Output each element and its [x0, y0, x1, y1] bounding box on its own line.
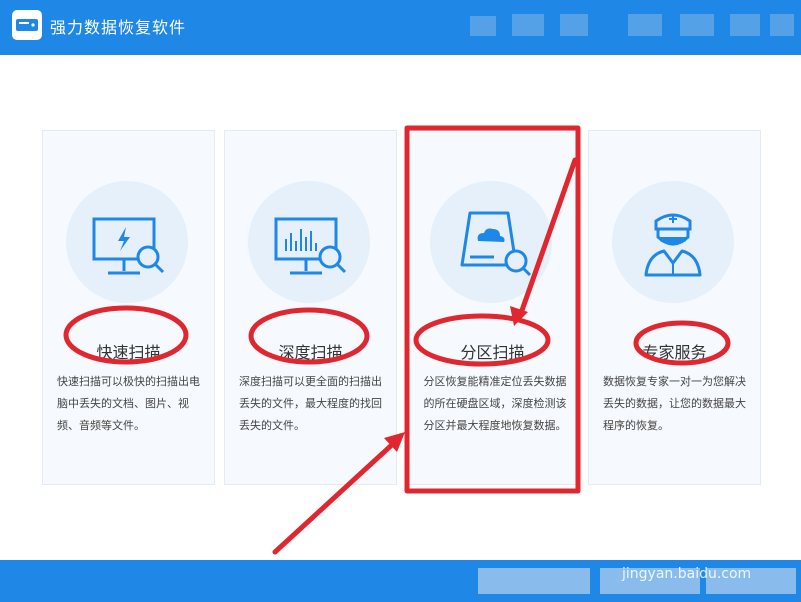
card-deep-scan[interactable]: 深度扫描 深度扫描可以更全面的扫描出丢失的文件，最大程度的找回丢失的文件。 — [224, 130, 397, 485]
app-title: 强力数据恢复软件 — [50, 18, 187, 37]
monitor-lightning-search-icon — [66, 181, 188, 303]
blurred-control[interactable] — [770, 14, 794, 36]
card-expert-service[interactable]: 专家服务 数据恢复专家一对一为您解决丢失的数据，让您的数据最大程序的恢复。 — [588, 130, 761, 485]
card-description: 快速扫描可以极快的扫描出电脑中丢失的文档、图片、视频、音频等文件。 — [57, 375, 200, 432]
card-title: 快速扫描 — [96, 343, 161, 362]
drive-cloud-search-icon — [430, 181, 552, 303]
card-description: 分区恢复能精准定位丢失数据的所在硬盘区域，深度检测该分区并最大程度地恢复数据。 — [423, 375, 567, 432]
watermark-logo: Baidu经验 — [614, 534, 757, 564]
blurred-control[interactable] — [478, 568, 590, 594]
card-description: 深度扫描可以更全面的扫描出丢失的文件，最大程度的找回丢失的文件。 — [239, 375, 382, 432]
monitor-chart-search-icon — [248, 181, 370, 303]
card-partition-scan[interactable]: 分区扫描 分区恢复能精准定位丢失数据的所在硬盘区域，深度检测该分区并最大程度地恢… — [406, 130, 579, 485]
card-quick-scan[interactable]: 快速扫描 快速扫描可以极快的扫描出电脑中丢失的文档、图片、视频、音频等文件。 — [42, 130, 215, 485]
card-description: 数据恢复专家一对一为您解决丢失的数据，让您的数据最大程序的恢复。 — [603, 375, 746, 432]
card-title: 深度扫描 — [278, 343, 343, 362]
blurred-control[interactable] — [680, 14, 714, 36]
blurred-control[interactable] — [512, 14, 544, 36]
title-bar: 强力数据恢复软件 — [0, 0, 801, 55]
doctor-expert-icon — [612, 181, 734, 303]
app-window: 强力数据恢复软件 快速扫描 快速扫描可以极快的扫描出电脑中丢失的文档、图片、视频… — [0, 0, 801, 602]
card-title: 专家服务 — [642, 343, 707, 362]
blurred-control[interactable] — [628, 14, 662, 36]
blurred-control[interactable] — [730, 14, 760, 36]
card-title: 分区扫描 — [460, 343, 525, 362]
blurred-control[interactable] — [560, 14, 588, 36]
blurred-control[interactable] — [470, 16, 496, 36]
watermark-url: jingyan.baidu.com — [622, 566, 752, 582]
hdd-app-icon — [12, 10, 42, 40]
